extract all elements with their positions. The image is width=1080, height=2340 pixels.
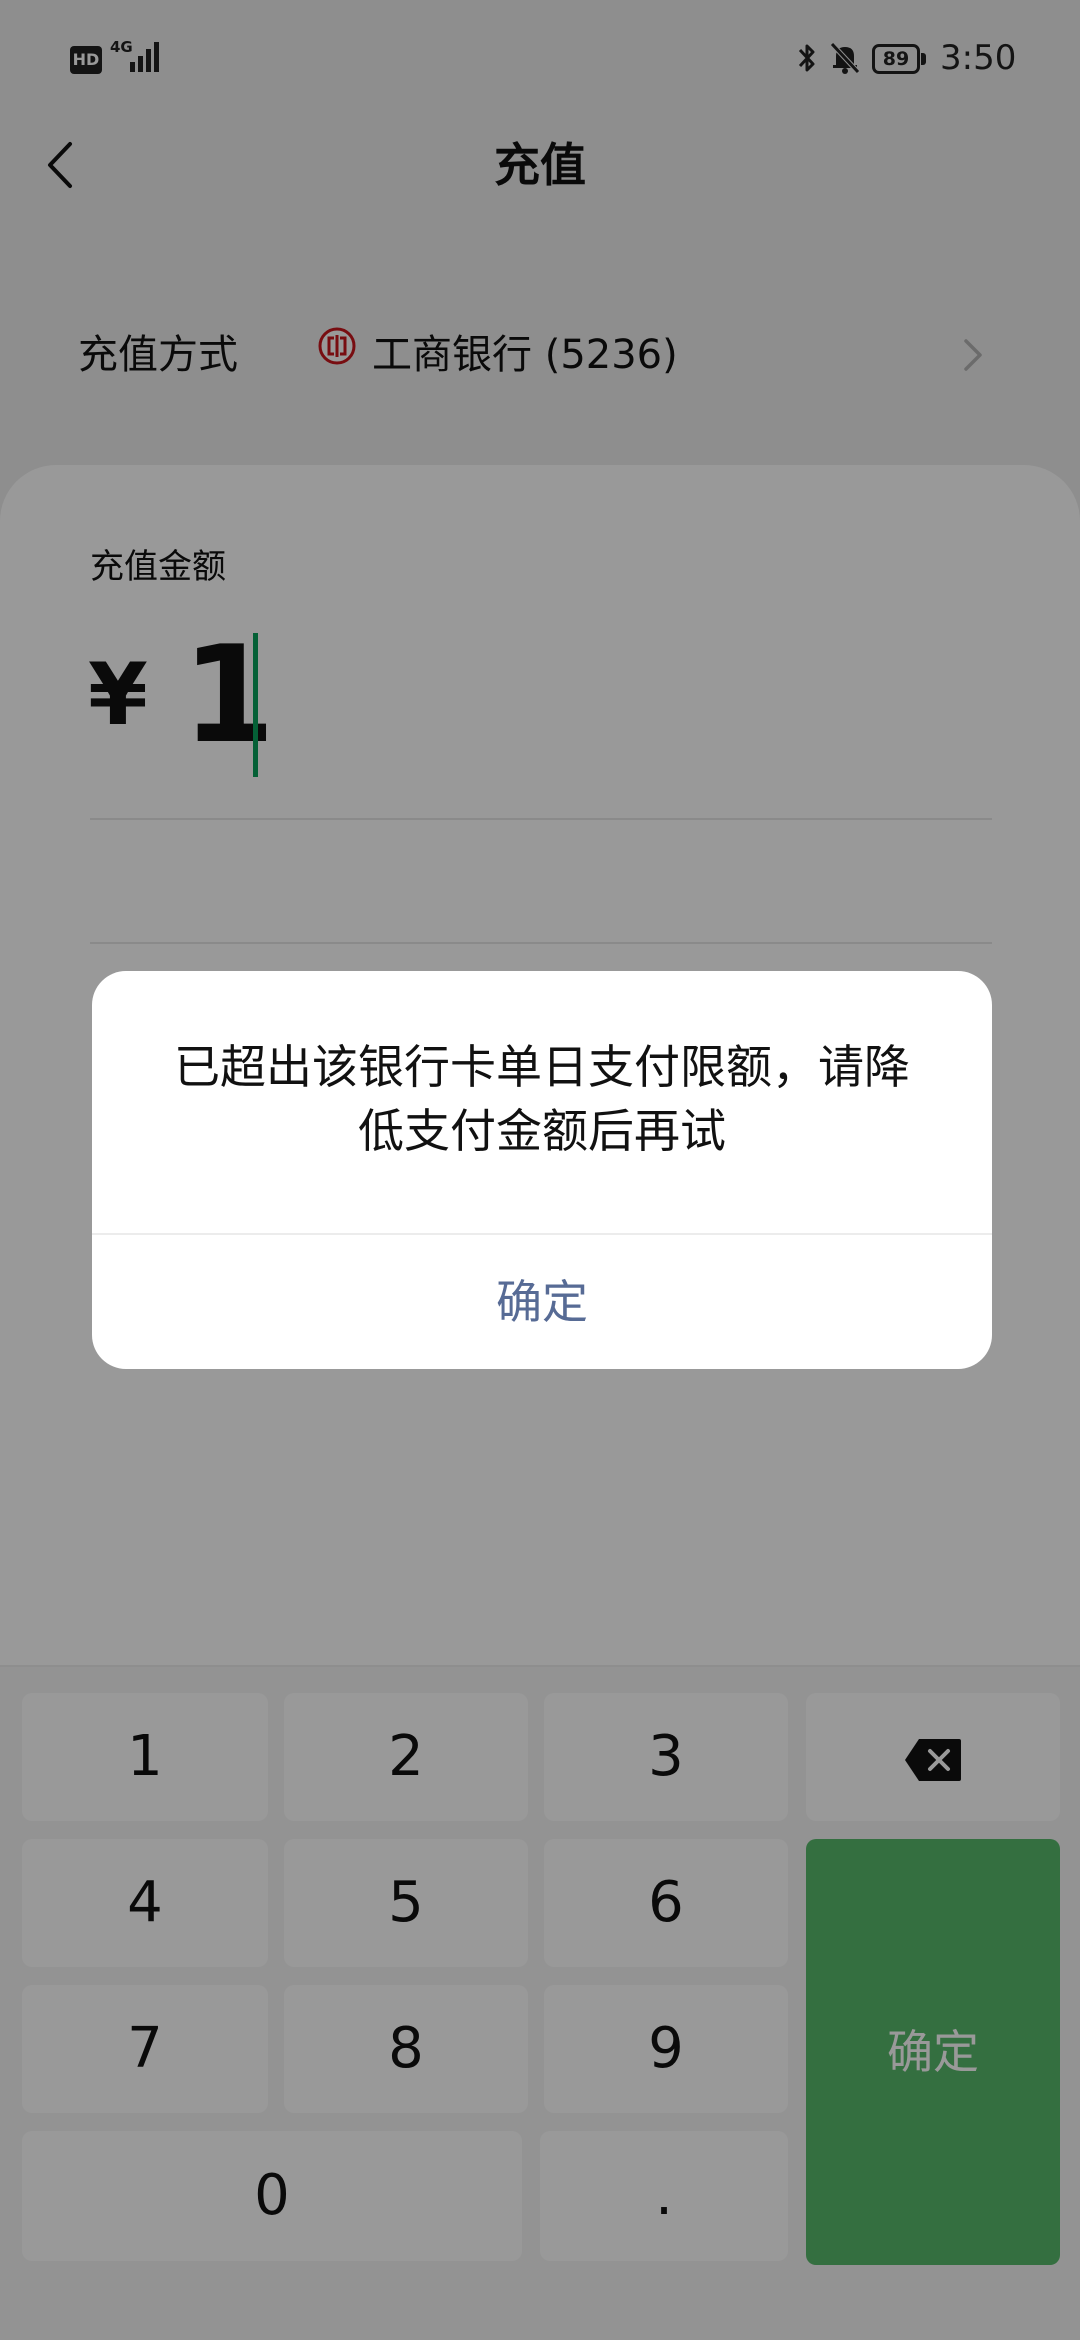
dialog-confirm-button[interactable]: 确定	[92, 1235, 992, 1369]
dialog-message: 已超出该银行卡单日支付限额，请降低支付金额后再试	[174, 1040, 910, 1158]
alert-dialog: 已超出该银行卡单日支付限额，请降低支付金额后再试 确定	[92, 971, 992, 1369]
